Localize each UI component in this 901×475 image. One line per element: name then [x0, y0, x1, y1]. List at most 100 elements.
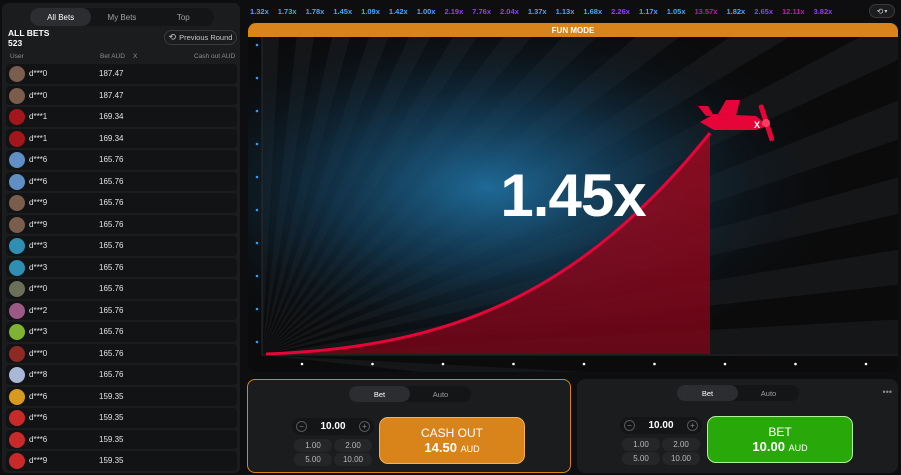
fun-mode-banner: FUN MODE: [248, 23, 898, 37]
bet-row-amount: 165.76: [99, 284, 124, 294]
x-axis-dot: [441, 362, 445, 366]
bet-row-user: d***3: [29, 327, 48, 337]
history-multiplier[interactable]: 2.19x: [444, 7, 463, 16]
plus-icon[interactable]: +: [687, 420, 698, 431]
minus-icon[interactable]: −: [624, 420, 635, 431]
current-multiplier: 1.45x: [500, 162, 646, 229]
y-axis-dot: [255, 109, 259, 113]
y-axis-dot: [255, 307, 259, 311]
bet-amount-stepper-1[interactable]: − 10.00 +: [292, 418, 374, 435]
tab-auto[interactable]: Auto: [410, 386, 471, 402]
bet-row-amount: 165.76: [99, 262, 124, 272]
more-options-icon[interactable]: •••: [883, 387, 892, 397]
bet-row-amount: 165.76: [99, 219, 124, 229]
svg-text:X: X: [754, 120, 760, 130]
bet-row: d***6 159.35: [6, 408, 237, 428]
bet-row-user: d***3: [29, 241, 48, 251]
tab-all-bets[interactable]: All Bets: [30, 8, 92, 26]
history-multiplier[interactable]: 7.76x: [472, 7, 491, 16]
bet-row: d***9 165.76: [6, 214, 237, 234]
history-multiplier[interactable]: 2.04x: [500, 7, 519, 16]
plus-icon[interactable]: +: [359, 421, 370, 432]
bet-row-user: d***6: [29, 391, 48, 401]
bet-button[interactable]: BET 10.00 AUD: [707, 416, 853, 463]
bet-row: d***1 169.34: [6, 107, 237, 127]
cash-out-amount: 14.50 AUD: [424, 440, 480, 455]
quick-amount-1[interactable]: 1.00: [622, 438, 660, 451]
cash-out-button[interactable]: CASH OUT 14.50 AUD: [379, 417, 525, 464]
bet-row-user: d***6: [29, 176, 48, 186]
bet-row-user: d***9: [29, 456, 48, 466]
history-multiplier[interactable]: 3.82x: [814, 7, 833, 16]
avatar: [9, 324, 25, 340]
x-axis-dot: [371, 362, 374, 366]
bet-row-amount: 165.76: [99, 241, 124, 251]
bet-row-user: d***6: [29, 413, 48, 423]
game-canvas: FUN MODE X 1.45x: [248, 23, 898, 372]
bet-row-amount: 159.35: [99, 391, 124, 401]
history-toggle-button[interactable]: ⟲ ▾: [869, 4, 895, 18]
col-x: X: [133, 53, 138, 60]
tab-my-bets[interactable]: My Bets: [91, 8, 152, 26]
history-multiplier[interactable]: 1.45x: [333, 7, 352, 16]
history-multiplier[interactable]: 12.11x: [782, 7, 805, 16]
multiplier-history: 1.32x 1.73x 1.78x 1.45x 1.09x 1.42x 1.00x 2.19x…: [250, 3, 862, 19]
bet-row: d***0 187.47: [6, 64, 237, 84]
minus-icon[interactable]: −: [296, 421, 307, 432]
history-multiplier[interactable]: 1.73x: [278, 7, 297, 16]
history-multiplier[interactable]: 13.57x: [695, 7, 718, 16]
history-multiplier[interactable]: 1.82x: [726, 7, 745, 16]
quick-amount-2[interactable]: 2.00: [334, 439, 372, 452]
bet-amount-2[interactable]: 10.00: [648, 420, 673, 431]
previous-round-button[interactable]: ⟲ Previous Round: [164, 30, 237, 45]
history-multiplier[interactable]: 1.13x: [556, 7, 575, 16]
quick-amount-1[interactable]: 1.00: [294, 439, 332, 452]
bet-row-amount: 169.34: [99, 112, 124, 122]
history-multiplier[interactable]: 1.78x: [306, 7, 325, 16]
bet-amount-1[interactable]: 10.00: [320, 421, 345, 432]
quick-amount-5[interactable]: 5.00: [294, 453, 332, 466]
bet-row-amount: 165.76: [99, 348, 124, 358]
bet-row: d***3 165.76: [6, 257, 237, 277]
all-bets-title: ALL BETS: [8, 28, 50, 38]
bet-row-amount: 187.47: [99, 69, 124, 79]
bets-tabs: All Bets My Bets Top: [30, 8, 214, 26]
tab-top[interactable]: Top: [153, 8, 214, 26]
bet-row: d***6 165.76: [6, 150, 237, 170]
bet-row-user: d***0: [29, 348, 48, 358]
history-multiplier[interactable]: 1.42x: [389, 7, 408, 16]
avatar: [9, 130, 25, 147]
quick-amount-5[interactable]: 5.00: [622, 452, 660, 465]
tab-bet[interactable]: Bet: [349, 386, 410, 402]
history-multiplier[interactable]: 1.05x: [667, 7, 686, 16]
bets-list: d***0 187.47 d***0 187.47 d***1 169.34 d***1 16…: [6, 64, 237, 473]
bet-amount-stepper-2[interactable]: − 10.00 +: [620, 417, 702, 434]
history-multiplier[interactable]: 2.65x: [754, 7, 773, 16]
quick-amount-10[interactable]: 10.00: [334, 453, 372, 466]
history-multiplier[interactable]: 2.26x: [611, 7, 630, 16]
history-multiplier[interactable]: 1.68x: [583, 7, 602, 16]
history-multiplier[interactable]: 1.32x: [250, 7, 269, 16]
quick-amount-10[interactable]: 10.00: [662, 452, 700, 465]
quick-amount-2[interactable]: 2.00: [662, 438, 700, 451]
x-axis-dot: [582, 362, 586, 366]
tab-auto[interactable]: Auto: [738, 385, 799, 401]
y-axis-dot: [255, 241, 259, 245]
x-axis-dot: [512, 362, 515, 366]
x-axis-dot: [300, 362, 304, 366]
history-multiplier[interactable]: 1.37x: [528, 7, 547, 16]
avatar: [9, 345, 25, 362]
avatar: [9, 431, 25, 448]
bet-row: d***9 165.76: [6, 193, 237, 213]
bet-row-amount: 159.35: [99, 413, 124, 423]
bet-row-user: d***0: [29, 69, 48, 79]
avatar: [9, 367, 25, 383]
history-multiplier[interactable]: 1.09x: [361, 7, 380, 16]
tab-bet[interactable]: Bet: [677, 385, 738, 401]
avatar: [9, 195, 25, 211]
bet-label: BET: [768, 425, 792, 439]
history-multiplier[interactable]: 1.00x: [417, 7, 436, 16]
bet-row-user: d***9: [29, 198, 48, 208]
history-multiplier[interactable]: 1.17x: [639, 7, 658, 16]
bet-row-user: d***2: [29, 305, 48, 315]
